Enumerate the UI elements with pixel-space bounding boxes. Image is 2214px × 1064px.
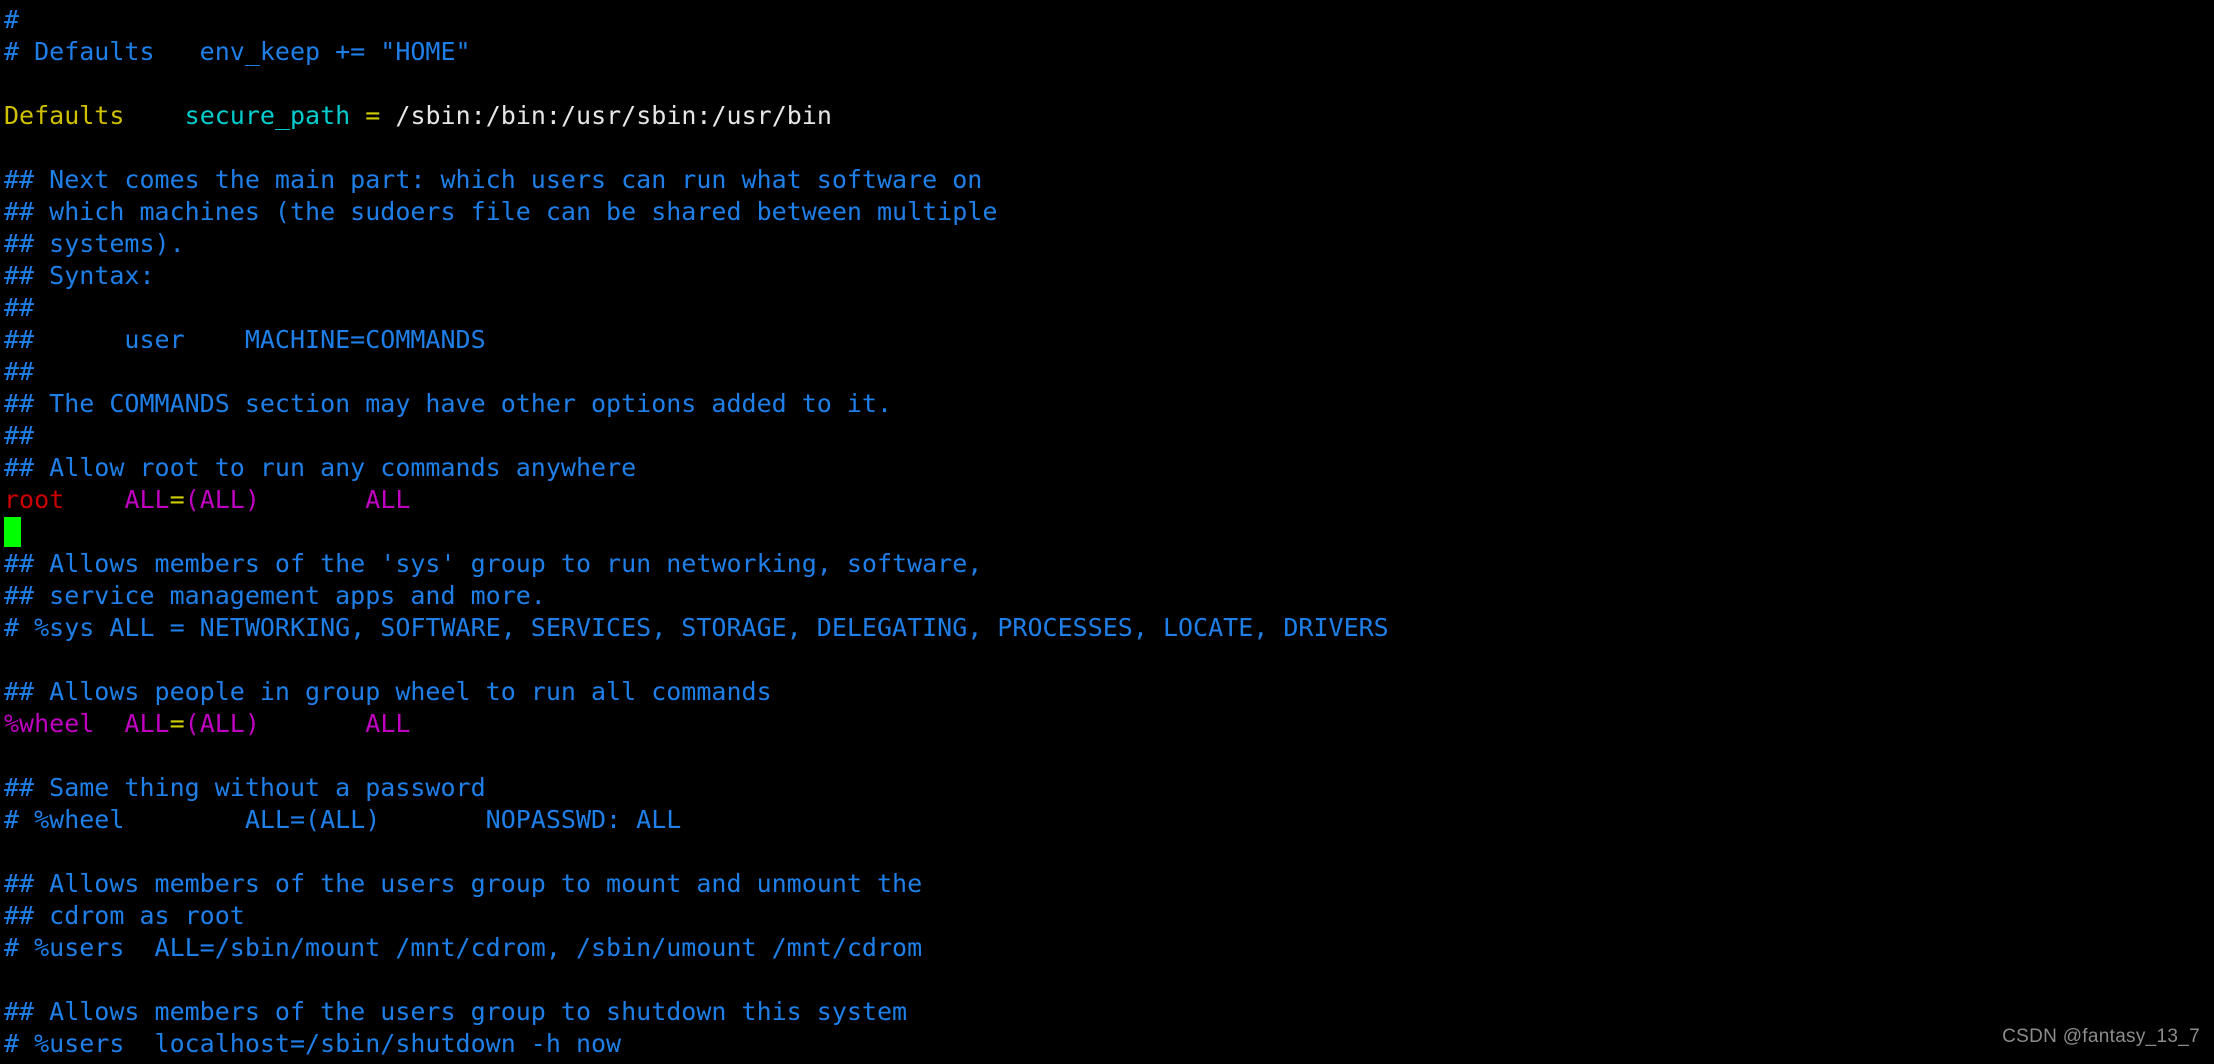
- terminal-line: ##: [4, 356, 2214, 388]
- terminal-text-area[interactable]: # # Defaults env_keep += "HOME" Defaults …: [0, 0, 2214, 1064]
- token-comment: #: [4, 5, 20, 34]
- token-comment: ## which machines (the sudoers file can …: [4, 197, 998, 226]
- token-alias: (ALL): [184, 485, 260, 514]
- token-comment: ## Allow root to run any commands anywhe…: [4, 453, 637, 482]
- terminal-line: ##: [4, 292, 2214, 324]
- token-alias: (ALL): [184, 709, 260, 738]
- token-comment: # %wheel ALL=(ALL) NOPASSWD: ALL: [4, 805, 682, 834]
- terminal-line: Defaults secure_path = /sbin:/bin:/usr/s…: [4, 100, 2214, 132]
- terminal-line: ## Allows members of the users group to …: [4, 868, 2214, 900]
- token-comment: ## cdrom as root: [4, 901, 245, 930]
- terminal-line: # Defaults env_keep += "HOME": [4, 36, 2214, 68]
- terminal-line: ## Next comes the main part: which users…: [4, 164, 2214, 196]
- token-comment: ## Same thing without a password: [4, 773, 486, 802]
- token-comment: ## The COMMANDS section may have other o…: [4, 389, 893, 418]
- terminal-line: ## Same thing without a password: [4, 772, 2214, 804]
- terminal-line: ## Allow root to run any commands anywhe…: [4, 452, 2214, 484]
- token-comment: ## Allows members of the users group to …: [4, 869, 923, 898]
- token-alias: ALL: [124, 485, 170, 514]
- token-comment: ## user MACHINE=COMMANDS: [4, 325, 486, 354]
- terminal-line: # %users ALL=/sbin/mount /mnt/cdrom, /sb…: [4, 932, 2214, 964]
- token-operator: =: [365, 101, 381, 130]
- terminal-line: ## Allows members of the users group to …: [4, 996, 2214, 1028]
- token-path: [124, 101, 184, 130]
- csdn-watermark: CSDN @fantasy_13_7: [2002, 1026, 2200, 1047]
- token-operator: =: [169, 709, 185, 738]
- token-comment: # Defaults env_keep += "HOME": [4, 37, 471, 66]
- token-keyword: Defaults: [4, 101, 125, 130]
- token-comment: # %sys ALL = NETWORKING, SOFTWARE, SERVI…: [4, 613, 1389, 642]
- token-operator: =: [169, 485, 185, 514]
- token-comment: ## Next comes the main part: which users…: [4, 165, 983, 194]
- terminal-line: # %wheel ALL=(ALL) NOPASSWD: ALL: [4, 804, 2214, 836]
- token-param: secure_path: [184, 101, 351, 130]
- terminal-line: # %sys ALL = NETWORKING, SOFTWARE, SERVI…: [4, 612, 2214, 644]
- token-path: [260, 709, 365, 738]
- terminal-line: ## cdrom as root: [4, 900, 2214, 932]
- terminal-line: ## systems).: [4, 228, 2214, 260]
- token-alias: ALL: [365, 485, 411, 514]
- terminal-line: ## which machines (the sudoers file can …: [4, 196, 2214, 228]
- token-comment: ## Allows people in group wheel to run a…: [4, 677, 772, 706]
- token-path: [94, 709, 124, 738]
- token-path: /sbin:/bin:/usr/sbin:/usr/bin: [395, 101, 832, 130]
- token-path: [260, 485, 365, 514]
- terminal-line: ## Allows people in group wheel to run a…: [4, 676, 2214, 708]
- token-path: [64, 485, 124, 514]
- terminal-line: ## The COMMANDS section may have other o…: [4, 388, 2214, 420]
- token-comment: ## service management apps and more.: [4, 581, 546, 610]
- terminal-screen: # # Defaults env_keep += "HOME" Defaults …: [0, 0, 2214, 1064]
- token-comment: ## Allows members of the 'sys' group to …: [4, 549, 983, 578]
- token-comment: ## Allows members of the users group to …: [4, 997, 908, 1026]
- token-comment: ##: [4, 421, 35, 450]
- token-comment: ## systems).: [4, 229, 185, 258]
- terminal-line: ## Allows members of the 'sys' group to …: [4, 548, 2214, 580]
- text-cursor: [4, 517, 21, 547]
- terminal-line: #: [4, 4, 2214, 36]
- terminal-line: ## service management apps and more.: [4, 580, 2214, 612]
- terminal-line: # %users localhost=/sbin/shutdown -h now: [4, 1028, 2214, 1060]
- token-user: root: [4, 485, 65, 514]
- token-alias: ALL: [365, 709, 411, 738]
- token-path: [380, 101, 395, 130]
- token-comment: ## Syntax:: [4, 261, 155, 290]
- token-group: %wheel: [4, 709, 95, 738]
- token-comment: ##: [4, 293, 35, 322]
- token-alias: ALL: [124, 709, 170, 738]
- token-comment: # %users localhost=/sbin/shutdown -h now: [4, 1029, 622, 1058]
- terminal-line: ##: [4, 420, 2214, 452]
- token-path: [350, 101, 365, 130]
- terminal-line: ## user MACHINE=COMMANDS: [4, 324, 2214, 356]
- token-comment: ##: [4, 357, 35, 386]
- terminal-line: %wheel ALL=(ALL) ALL: [4, 708, 2214, 740]
- terminal-line: root ALL=(ALL) ALL: [4, 484, 2214, 516]
- token-comment: # %users ALL=/sbin/mount /mnt/cdrom, /sb…: [4, 933, 923, 962]
- terminal-line: [4, 516, 2214, 548]
- terminal-line: ## Syntax:: [4, 260, 2214, 292]
